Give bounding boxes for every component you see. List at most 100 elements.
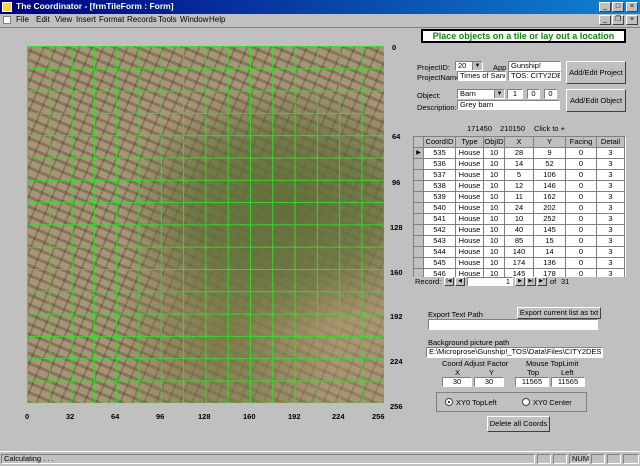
- cell-objid[interactable]: 10: [484, 258, 505, 269]
- export-path-field[interactable]: [428, 319, 598, 330]
- cell-detail[interactable]: 3: [597, 258, 625, 269]
- origin-topleft-radio[interactable]: [445, 398, 453, 406]
- cell-type[interactable]: House: [456, 247, 484, 258]
- adjust-x-field[interactable]: 30: [442, 377, 472, 387]
- doc-minimize-button[interactable]: _: [599, 15, 611, 25]
- prev-record-button[interactable]: ◀: [455, 277, 465, 286]
- maximize-button[interactable]: □: [612, 2, 624, 12]
- row-selector[interactable]: [414, 225, 424, 236]
- cell-objid[interactable]: 10: [484, 192, 505, 203]
- cell-y[interactable]: 145: [534, 225, 566, 236]
- cell-type[interactable]: House: [456, 159, 484, 170]
- cell-facing[interactable]: 0: [566, 148, 597, 159]
- col-y[interactable]: Y: [534, 137, 566, 148]
- cell-y[interactable]: 15: [534, 236, 566, 247]
- minimize-button[interactable]: _: [599, 2, 611, 12]
- coords-table[interactable]: CoordID Type ObjID X Y Facing Detail ▶ 53…: [413, 136, 626, 286]
- row-selector[interactable]: [414, 214, 424, 225]
- cell-x[interactable]: 40: [505, 225, 534, 236]
- cell-detail[interactable]: 3: [597, 181, 625, 192]
- row-selector[interactable]: [414, 159, 424, 170]
- table-row[interactable]: 540 House 10 24 202 0 3: [414, 203, 625, 214]
- table-row[interactable]: 538 House 10 12 146 0 3: [414, 181, 625, 192]
- menu-insert[interactable]: Insert: [76, 15, 96, 24]
- cell-y[interactable]: 106: [534, 170, 566, 181]
- col-type[interactable]: Type: [456, 137, 484, 148]
- cell-detail[interactable]: 3: [597, 214, 625, 225]
- adjust-y-field[interactable]: 30: [474, 377, 504, 387]
- cell-facing[interactable]: 0: [566, 225, 597, 236]
- cell-facing[interactable]: 0: [566, 203, 597, 214]
- table-row[interactable]: 543 House 10 85 15 0 3: [414, 236, 625, 247]
- cell-facing[interactable]: 0: [566, 192, 597, 203]
- cell-objid[interactable]: 10: [484, 203, 505, 214]
- menu-tools[interactable]: Tools: [158, 15, 177, 24]
- cell-coordid[interactable]: 544: [424, 247, 456, 258]
- cell-x[interactable]: 5: [505, 170, 534, 181]
- row-selector[interactable]: ▶: [414, 148, 424, 159]
- project-name-field[interactable]: Times of Sand: [457, 71, 506, 81]
- cell-x[interactable]: 140: [505, 247, 534, 258]
- cell-y[interactable]: 136: [534, 258, 566, 269]
- cell-coordid[interactable]: 539: [424, 192, 456, 203]
- cell-coordid[interactable]: 543: [424, 236, 456, 247]
- delete-all-coords-button[interactable]: Delete all Coords: [487, 416, 550, 432]
- origin-center-radio[interactable]: [522, 398, 530, 406]
- menu-records[interactable]: Records: [127, 15, 157, 24]
- cell-facing[interactable]: 0: [566, 170, 597, 181]
- cell-coordid[interactable]: 541: [424, 214, 456, 225]
- description-field[interactable]: Grey barn: [457, 100, 560, 110]
- tile-map[interactable]: [27, 46, 384, 403]
- cell-coordid[interactable]: 536: [424, 159, 456, 170]
- new-record-button[interactable]: ▶*: [537, 277, 547, 286]
- first-record-button[interactable]: |◀: [444, 277, 454, 286]
- menu-help[interactable]: Help: [209, 15, 225, 24]
- row-selector[interactable]: [414, 203, 424, 214]
- cell-y[interactable]: 162: [534, 192, 566, 203]
- table-row[interactable]: 537 House 10 5 106 0 3: [414, 170, 625, 181]
- table-row[interactable]: 544 House 10 140 14 0 3: [414, 247, 625, 258]
- table-row[interactable]: 542 House 10 40 145 0 3: [414, 225, 625, 236]
- menu-file[interactable]: File: [16, 15, 29, 24]
- cell-detail[interactable]: 3: [597, 148, 625, 159]
- col-x[interactable]: X: [505, 137, 534, 148]
- cell-detail[interactable]: 3: [597, 203, 625, 214]
- origin-topleft-label[interactable]: XY0 TopLeft: [456, 398, 497, 407]
- last-record-button[interactable]: ▶|: [526, 277, 536, 286]
- project-id-combo[interactable]: 20 ▼: [455, 61, 483, 71]
- row-selector[interactable]: [414, 170, 424, 181]
- cell-facing[interactable]: 0: [566, 236, 597, 247]
- cell-coordid[interactable]: 535: [424, 148, 456, 159]
- cell-x[interactable]: 85: [505, 236, 534, 247]
- object-num3[interactable]: 0: [544, 89, 557, 99]
- chevron-down-icon[interactable]: ▼: [472, 62, 482, 70]
- cell-objid[interactable]: 10: [484, 236, 505, 247]
- cell-x[interactable]: 14: [505, 159, 534, 170]
- col-coordid[interactable]: CoordID: [424, 137, 456, 148]
- cell-facing[interactable]: 0: [566, 214, 597, 225]
- cell-x[interactable]: 10: [505, 214, 534, 225]
- object-combo[interactable]: Barn ▼: [457, 89, 505, 99]
- table-row[interactable]: 536 House 10 14 52 0 3: [414, 159, 625, 170]
- cell-type[interactable]: House: [456, 148, 484, 159]
- project-tos-field[interactable]: TOS: CITY2DES: [508, 71, 561, 81]
- cell-type[interactable]: House: [456, 192, 484, 203]
- object-num2[interactable]: 0: [527, 89, 540, 99]
- cell-type[interactable]: House: [456, 181, 484, 192]
- app-icon[interactable]: [2, 2, 12, 12]
- cell-y[interactable]: 146: [534, 181, 566, 192]
- cell-x[interactable]: 11: [505, 192, 534, 203]
- row-selector[interactable]: [414, 258, 424, 269]
- next-record-button[interactable]: ▶: [515, 277, 525, 286]
- cell-facing[interactable]: 0: [566, 247, 597, 258]
- limit-left-field[interactable]: 11565: [551, 377, 585, 387]
- cell-y[interactable]: 9: [534, 148, 566, 159]
- cell-facing[interactable]: 0: [566, 181, 597, 192]
- menu-window[interactable]: Window: [180, 15, 208, 24]
- cell-x[interactable]: 12: [505, 181, 534, 192]
- cell-objid[interactable]: 10: [484, 148, 505, 159]
- menu-edit[interactable]: Edit: [36, 15, 50, 24]
- cell-coordid[interactable]: 537: [424, 170, 456, 181]
- cell-objid[interactable]: 10: [484, 181, 505, 192]
- cell-type[interactable]: House: [456, 225, 484, 236]
